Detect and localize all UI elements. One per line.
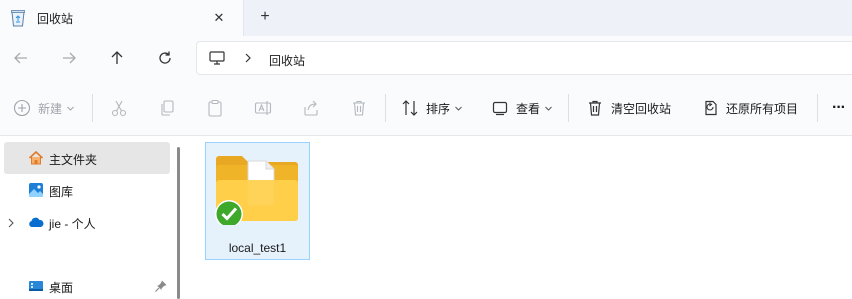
- sort-button[interactable]: 排序: [401, 94, 462, 122]
- sort-icon: [402, 100, 418, 116]
- gallery-icon: [28, 182, 44, 198]
- restore-icon: [705, 100, 717, 116]
- trash-icon: [589, 100, 601, 116]
- address-bar[interactable]: 回收站: [196, 41, 852, 75]
- this-pc-icon: [209, 51, 225, 65]
- trash-icon: [353, 100, 365, 116]
- sidebar-item-label: jie - 个人: [49, 217, 96, 231]
- view-label: 查看: [516, 101, 541, 116]
- share-icon: [304, 100, 318, 116]
- chevron-down-icon: [455, 106, 462, 111]
- paste-button[interactable]: [206, 94, 224, 122]
- more-options-button[interactable]: ···: [832, 94, 846, 122]
- rename-button[interactable]: [254, 94, 272, 122]
- desktop-icon: [28, 278, 44, 294]
- chevron-down-icon: [545, 106, 552, 111]
- restore-all-label: 还原所有项目: [726, 101, 799, 116]
- arrow-up-icon: [111, 51, 123, 64]
- breadcrumb-item[interactable]: 回收站: [269, 52, 305, 69]
- scissors-icon: [111, 100, 127, 117]
- arrow-right-icon: [63, 52, 76, 64]
- up-button[interactable]: [105, 46, 129, 70]
- refresh-icon: [159, 51, 171, 64]
- sidebar-item-home[interactable]: 主文件夹: [4, 142, 170, 174]
- ellipsis-icon: ···: [832, 99, 846, 116]
- new-tab-button[interactable]: +: [254, 6, 276, 28]
- chevron-down-icon: [67, 106, 74, 111]
- new-button[interactable]: 新建: [13, 94, 74, 122]
- refresh-button[interactable]: [153, 46, 177, 70]
- tab-title: 回收站: [37, 12, 74, 26]
- recycle-bin-icon: [10, 9, 26, 27]
- plus-circle-icon: [13, 99, 31, 117]
- forward-button[interactable]: [57, 46, 81, 70]
- pin-icon[interactable]: [154, 279, 168, 293]
- chevron-right-icon[interactable]: [7, 217, 15, 228]
- share-button[interactable]: [302, 94, 320, 122]
- delete-button[interactable]: [350, 94, 368, 122]
- toolbar-divider: [385, 94, 386, 122]
- arrow-left-icon: [14, 52, 27, 64]
- tab-recycle-bin[interactable]: 回收站 ✕: [0, 0, 244, 36]
- view-button[interactable]: 查看: [491, 94, 552, 122]
- file-item[interactable]: local_test1: [205, 142, 310, 260]
- restore-all-button[interactable]: 还原所有项目: [701, 94, 798, 122]
- sidebar-item-label: 图库: [49, 185, 74, 199]
- rename-icon: [254, 101, 272, 115]
- close-tab-button[interactable]: ✕: [209, 8, 229, 28]
- copy-button[interactable]: [158, 94, 176, 122]
- new-label: 新建: [38, 101, 63, 116]
- clipboard-icon: [208, 99, 222, 117]
- file-name: local_test1: [228, 241, 287, 255]
- tab-bar: 回收站 ✕ +: [0, 0, 852, 36]
- sort-label: 排序: [426, 101, 451, 116]
- empty-recycle-bin-label: 清空回收站: [611, 101, 672, 116]
- copy-icon: [161, 100, 174, 116]
- command-bar: 新建 排序 查看 清空回收站 还原所有项目 ···: [0, 80, 852, 136]
- sidebar-item-onedrive[interactable]: jie - 个人: [4, 206, 170, 238]
- toolbar-divider: [568, 94, 569, 122]
- chevron-right-icon[interactable]: [243, 52, 253, 64]
- sidebar-item-gallery[interactable]: 图库: [4, 174, 170, 206]
- onedrive-icon: [28, 214, 44, 230]
- navigation-pane: 主文件夹 图库 jie - 个人 桌面: [0, 137, 188, 299]
- folder-synced-icon: [214, 153, 300, 228]
- view-icon: [492, 101, 508, 116]
- home-icon: [28, 150, 44, 166]
- sidebar-item-label: 桌面: [49, 281, 74, 295]
- cut-button[interactable]: [110, 94, 128, 122]
- sidebar-scrollbar[interactable]: [177, 147, 180, 299]
- toolbar-divider: [92, 94, 93, 122]
- sidebar-item-desktop[interactable]: 桌面: [4, 270, 170, 299]
- file-list: local_test1: [188, 137, 852, 299]
- sidebar-item-label: 主文件夹: [49, 153, 98, 167]
- back-button[interactable]: [9, 46, 33, 70]
- navigation-bar: 回收站: [0, 36, 852, 80]
- empty-recycle-bin-button[interactable]: 清空回收站: [586, 94, 671, 122]
- toolbar-divider: [817, 94, 818, 122]
